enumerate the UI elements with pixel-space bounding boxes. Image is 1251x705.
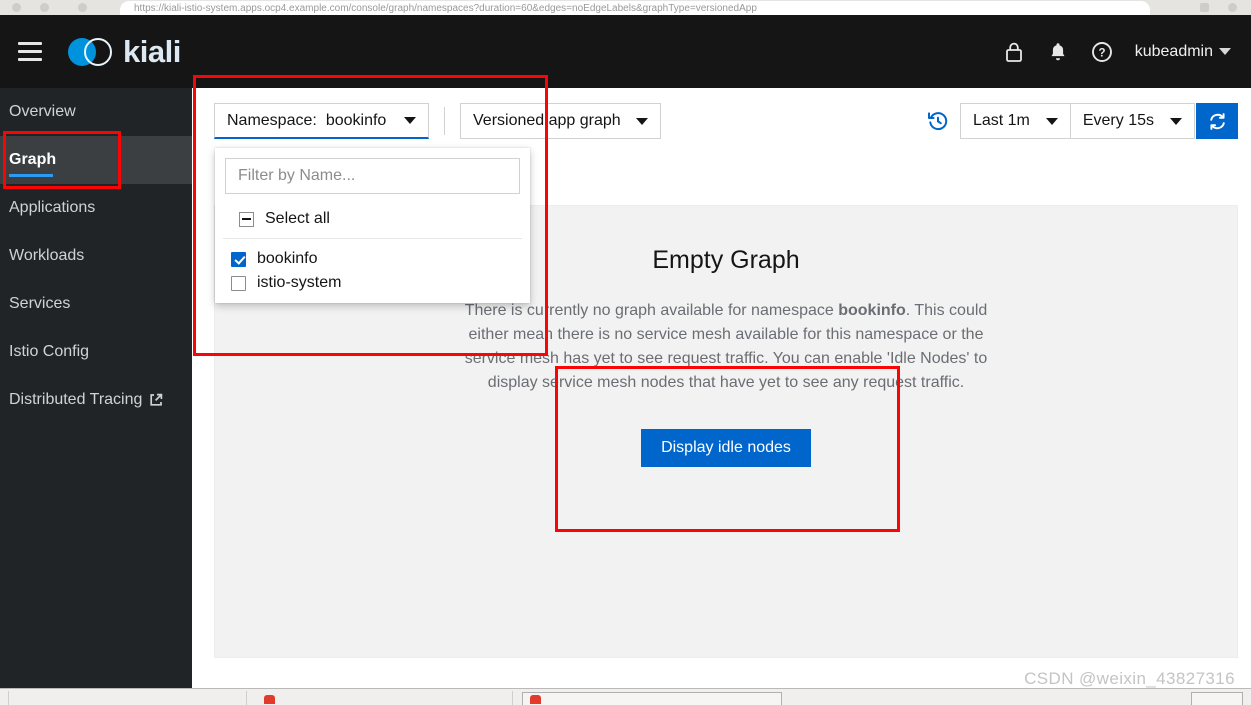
lock-icon[interactable] [1003,40,1025,64]
sidebar-item-label: Istio Config [9,343,90,360]
namespace-label: Namespace: [227,111,317,129]
graph-toolbar-primary: Namespace: bookinfo Versioned app graph [192,97,1251,145]
svg-text:?: ? [1098,47,1105,59]
sidebar-item-overview[interactable]: Overview [0,88,192,136]
browser-tab[interactable]: https://kiali-istio-system.apps.ocp4.exa… [120,1,1150,15]
history-icon[interactable] [927,110,949,132]
browser-tab-url: https://kiali-istio-system.apps.ocp4.exa… [134,3,757,14]
namespace-option-bookinfo[interactable]: bookinfo [215,247,530,271]
brand-logo[interactable]: kiali [68,36,181,67]
sidebar-item-applications[interactable]: Applications [0,184,192,232]
bell-icon[interactable] [1047,40,1069,64]
namespace-option-label: istio-system [257,274,342,291]
screen-root: https://kiali-istio-system.apps.ocp4.exa… [0,0,1251,705]
masthead-actions: ? kubeadmin [1003,40,1251,64]
browser-chrome-right [1151,0,1251,15]
checkbox-unchecked-icon[interactable] [231,275,246,291]
sidebar-item-label: Distributed Tracing [9,391,143,408]
browser-nav-dot [78,3,87,12]
chevron-down-icon[interactable] [1219,48,1231,55]
checkbox-checked-icon[interactable] [231,251,246,267]
user-name: kubeadmin [1134,42,1213,60]
taskbar-tray[interactable] [1191,692,1243,705]
toolbar-divider [444,107,445,135]
sidebar-item-label: Workloads [9,247,85,264]
user-menu[interactable]: kubeadmin [1135,43,1231,61]
taskbar-app-icon[interactable] [530,695,541,704]
namespace-option-label: bookinfo [257,250,318,267]
sidebar-item-distributed-tracing[interactable]: Distributed Tracing [0,376,192,424]
chevron-down-icon [636,117,648,125]
taskbar-app-icon[interactable] [264,695,275,704]
browser-chrome: https://kiali-istio-system.apps.ocp4.exa… [0,0,1251,15]
browser-chrome-left [0,0,120,15]
time-range-value: Last 1m [972,112,1030,129]
sidebar-item-graph[interactable]: Graph [0,136,192,184]
sidebar: Overview Graph Applications Workloads Se… [0,88,192,685]
refresh-button[interactable] [1196,103,1238,139]
chevron-down-icon [1045,117,1058,125]
watermark: CSDN @weixin_43827316 [1024,669,1235,688]
time-range-selector[interactable]: Last 1m [959,103,1071,139]
display-idle-nodes-button[interactable]: Display idle nodes [641,429,811,467]
browser-nav-dot [40,3,49,12]
namespace-filter-placeholder: Filter by Name... [238,167,356,184]
namespace-option-istio-system[interactable]: istio-system [215,271,530,295]
sidebar-item-label: Services [9,295,71,312]
sidebar-item-label: Overview [9,103,76,120]
namespace-dropdown-menu[interactable]: Filter by Name... Select all bookinfo is… [215,148,530,303]
help-circle-icon[interactable]: ? [1091,40,1113,64]
sidebar-bottom-filler [0,668,192,688]
empty-graph-text-before: There is currently no graph available fo… [464,302,839,319]
checkbox-indeterminate-icon[interactable] [239,211,254,227]
masthead: kiali ? kubeadmin [0,15,1251,88]
chevron-down-icon [404,117,416,124]
select-all-label: Select all [265,210,330,227]
sidebar-item-label: Graph [9,151,57,168]
brand-name: kiali [123,34,181,69]
browser-profile-dot [1228,3,1237,12]
sidebar-item-workloads[interactable]: Workloads [0,232,192,280]
select-all-row[interactable]: Select all [223,204,522,239]
toolbar-right-group: Last 1m Every 15s [927,103,1251,139]
browser-menu-dot [1200,3,1209,12]
sidebar-item-label: Applications [9,199,96,216]
active-indicator [9,174,53,177]
empty-graph-namespace: bookinfo [838,302,906,319]
namespace-selector[interactable]: Namespace: bookinfo [214,103,429,139]
empty-graph-description: There is currently no graph available fo… [448,299,1004,395]
kiali-logo-icon [68,37,114,67]
sidebar-item-services[interactable]: Services [0,280,192,328]
taskbar-window-button[interactable] [522,692,782,705]
os-taskbar [0,688,1251,705]
namespace-value: bookinfo [325,111,387,129]
graph-type-selector[interactable]: Versioned app graph [460,103,661,139]
chevron-down-icon [1170,117,1182,125]
external-link-icon [149,393,163,407]
refresh-interval-value: Every 15s [1082,112,1154,129]
graph-type-value: Versioned app graph [473,112,621,129]
namespace-filter-input[interactable]: Filter by Name... [225,158,520,194]
sidebar-item-istio-config[interactable]: Istio Config [0,328,192,376]
refresh-icon [1209,112,1225,130]
refresh-interval-selector[interactable]: Every 15s [1070,103,1195,139]
hamburger-menu-icon[interactable] [6,28,54,76]
browser-nav-dot [12,3,21,12]
